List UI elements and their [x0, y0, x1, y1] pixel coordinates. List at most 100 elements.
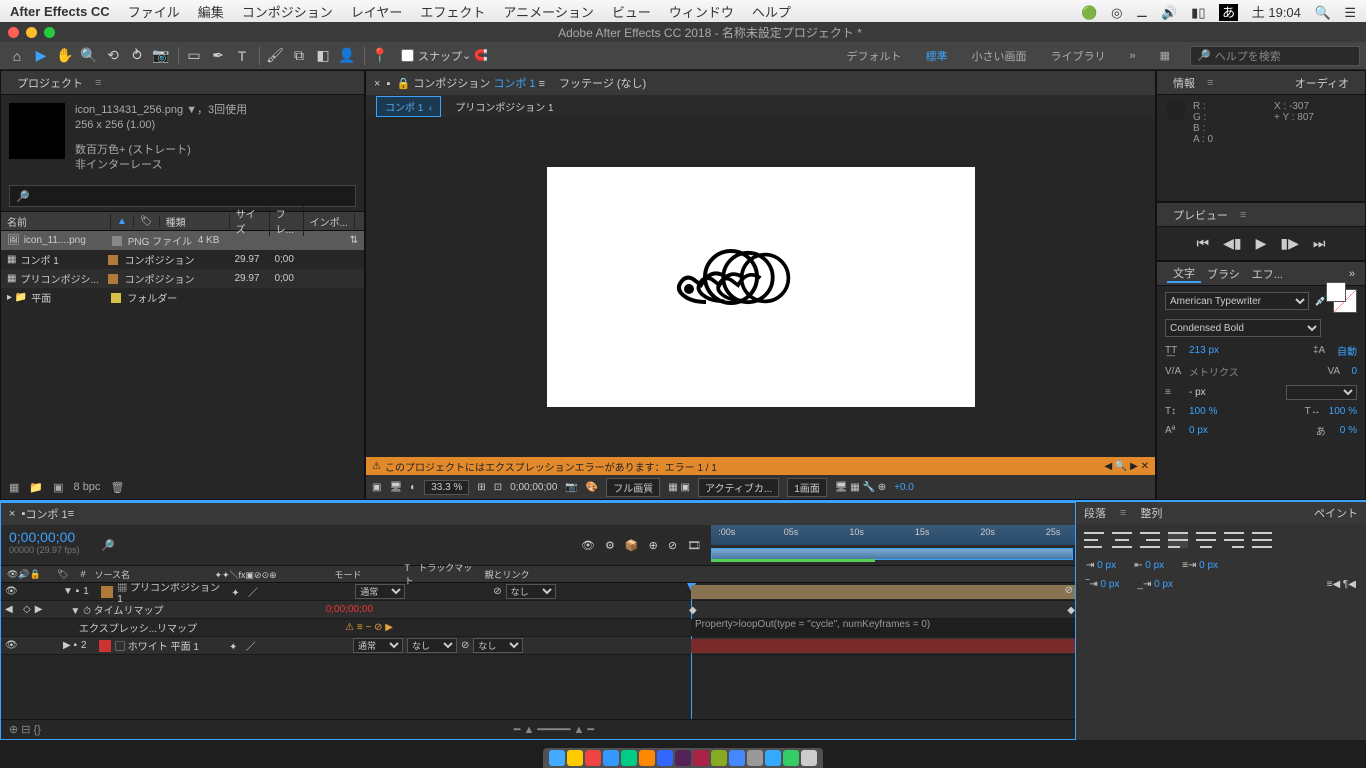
interpret-icon[interactable]: ▦: [9, 481, 19, 494]
font-size[interactable]: 213 px: [1189, 345, 1219, 356]
dock[interactable]: [543, 748, 823, 768]
cc-icon[interactable]: ◎: [1111, 5, 1122, 20]
selection-tool[interactable]: ▶: [30, 45, 52, 67]
ws-small[interactable]: 小さい画面: [959, 44, 1038, 68]
footage-tab[interactable]: フッテージ (なし): [559, 75, 646, 91]
justify-last-center-icon[interactable]: [1196, 532, 1216, 548]
project-row[interactable]: ▦コンポ 1 コンポジション 29.970;00: [1, 250, 364, 269]
last-frame-icon[interactable]: ⏭: [1313, 235, 1326, 252]
project-row[interactable]: 🖼icon_11....png PNG ファイル 4 KB⇅: [1, 231, 364, 250]
audio-tab[interactable]: オーディオ: [1289, 75, 1355, 91]
warning-bar[interactable]: ⚠ このプロジェクトにはエクスプレッションエラーがあります：エラー 1 / 1◀…: [366, 457, 1155, 475]
menu-effect[interactable]: エフェクト: [420, 2, 485, 21]
rect-tool[interactable]: ▭: [183, 45, 205, 67]
justify-all-icon[interactable]: [1252, 532, 1272, 548]
prev-frame-icon[interactable]: ◀▮: [1223, 235, 1241, 252]
zoom-select[interactable]: 33.3 %: [424, 480, 469, 495]
ws-grid-icon[interactable]: ▦: [1148, 45, 1182, 66]
line-icon[interactable]: 🟢: [1081, 5, 1097, 20]
preview-tab[interactable]: プレビュー: [1167, 207, 1234, 223]
time-remap-value[interactable]: 0;00;00;00: [326, 604, 373, 615]
app-name[interactable]: After Effects CC: [10, 4, 110, 19]
clock[interactable]: 土 19:04: [1252, 5, 1301, 20]
brush-tab[interactable]: ブラシ: [1201, 266, 1246, 282]
home-icon[interactable]: ⌂: [6, 45, 28, 67]
font-weight[interactable]: Condensed Bold: [1165, 319, 1321, 337]
new-comp-icon[interactable]: ▣: [53, 481, 63, 494]
camera-tool[interactable]: 📷: [150, 45, 172, 67]
project-search[interactable]: 🔎: [9, 185, 356, 207]
volume-icon[interactable]: 🔊: [1161, 5, 1177, 20]
res-icon[interactable]: 🖥: [389, 482, 402, 493]
menu-window[interactable]: ウィンドウ: [669, 2, 734, 21]
comp-canvas[interactable]: [547, 167, 975, 407]
eraser-tool[interactable]: ◧: [312, 45, 334, 67]
current-time[interactable]: 0;00;00;00: [9, 529, 93, 545]
rotate-tool[interactable]: ⥁: [126, 45, 148, 67]
breadcrumb-1[interactable]: コンポ 1 ‹: [376, 96, 441, 117]
list-icon[interactable]: ☰: [1344, 5, 1356, 20]
project-row[interactable]: ▦プリコンポジシ... コンポジション 29.970;00: [1, 269, 364, 288]
puppet-tool[interactable]: 📍: [369, 45, 391, 67]
text-tool[interactable]: T: [231, 45, 253, 67]
project-tab[interactable]: プロジェクト: [11, 75, 89, 91]
parent-select[interactable]: なし: [506, 584, 556, 599]
justify-last-right-icon[interactable]: [1224, 532, 1244, 548]
alpha-icon[interactable]: ▣: [372, 482, 381, 493]
stroke-width[interactable]: - px: [1189, 387, 1206, 398]
toggle-switches-icon[interactable]: ⊕ ⊟ {}: [9, 723, 41, 736]
breadcrumb-2[interactable]: プリコンポジション 1: [447, 97, 561, 116]
spotlight-icon[interactable]: 🔍: [1315, 5, 1331, 20]
pen-tool[interactable]: ✒: [207, 45, 229, 67]
justify-last-left-icon[interactable]: [1168, 532, 1188, 548]
ws-default[interactable]: デフォルト: [834, 44, 913, 68]
play-icon[interactable]: ▶: [1256, 235, 1267, 252]
project-columns[interactable]: 名前▲ 🏷種類 サイズ フレ... インポ...: [1, 211, 364, 231]
ws-library[interactable]: ライブラリ: [1038, 44, 1117, 68]
help-search[interactable]: 🔎 ヘルプを検索: [1190, 46, 1360, 66]
leading[interactable]: 自動: [1337, 343, 1357, 358]
expression-text[interactable]: Property>loopOut(type = "cycle", numKeyf…: [691, 619, 930, 630]
menu-view[interactable]: ビュー: [612, 2, 651, 21]
brush-tool[interactable]: 🖌: [264, 45, 286, 67]
font-family[interactable]: American Typewriter: [1165, 292, 1309, 310]
shy-icon[interactable]: 👁: [581, 539, 595, 552]
resolution-select[interactable]: フル画質: [606, 478, 660, 497]
camera-select[interactable]: アクティブカ...: [698, 478, 779, 497]
trash-icon[interactable]: 🗑: [110, 481, 124, 494]
menu-animation[interactable]: アニメーション: [503, 2, 593, 21]
mask-icon[interactable]: ◐: [410, 482, 416, 493]
grid-icon[interactable]: ⊞: [477, 482, 485, 493]
info-tab[interactable]: 情報: [1167, 75, 1201, 91]
ws-standard[interactable]: 標準: [913, 44, 959, 68]
bpc-label[interactable]: 8 bpc: [74, 481, 101, 493]
paint-tab[interactable]: ペイント: [1314, 505, 1358, 521]
ws-more-icon[interactable]: »: [1117, 46, 1147, 66]
para-tab[interactable]: 段落: [1084, 505, 1106, 521]
timeline-search[interactable]: 🔎: [101, 525, 171, 565]
bluetooth-icon[interactable]: ⚊: [1136, 5, 1148, 20]
menu-composition[interactable]: コンポジション: [242, 2, 333, 21]
comp-time[interactable]: 0;00;00;00: [510, 482, 557, 493]
menu-layer[interactable]: レイヤー: [351, 2, 403, 21]
char-tab[interactable]: 文字: [1167, 265, 1201, 283]
kerning[interactable]: 0: [1351, 366, 1357, 377]
hand-tool[interactable]: ✋: [54, 45, 76, 67]
color-icon[interactable]: 🎨: [586, 482, 598, 493]
zoom-tool[interactable]: 🔍: [78, 45, 100, 67]
exposure[interactable]: +0.0: [894, 482, 914, 493]
close-button[interactable]: [8, 27, 19, 38]
folder-icon[interactable]: 📁: [29, 481, 43, 494]
first-frame-icon[interactable]: ⏮: [1197, 235, 1210, 252]
views-select[interactable]: 1画面: [787, 478, 827, 497]
panel-menu-icon[interactable]: ≡: [95, 77, 101, 89]
roto-tool[interactable]: 👤: [336, 45, 358, 67]
align-right-icon[interactable]: [1140, 532, 1160, 548]
zoom-slider[interactable]: ━ ▲ ━━━━━ ▲ ━: [514, 723, 594, 736]
next-frame-icon[interactable]: ▮▶: [1280, 235, 1298, 252]
orbit-tool[interactable]: ⟲: [102, 45, 124, 67]
battery-icon[interactable]: ▮▯: [1191, 5, 1205, 20]
menu-file[interactable]: ファイル: [128, 2, 180, 21]
align-left-icon[interactable]: [1084, 532, 1104, 548]
align-center-icon[interactable]: [1112, 532, 1132, 548]
